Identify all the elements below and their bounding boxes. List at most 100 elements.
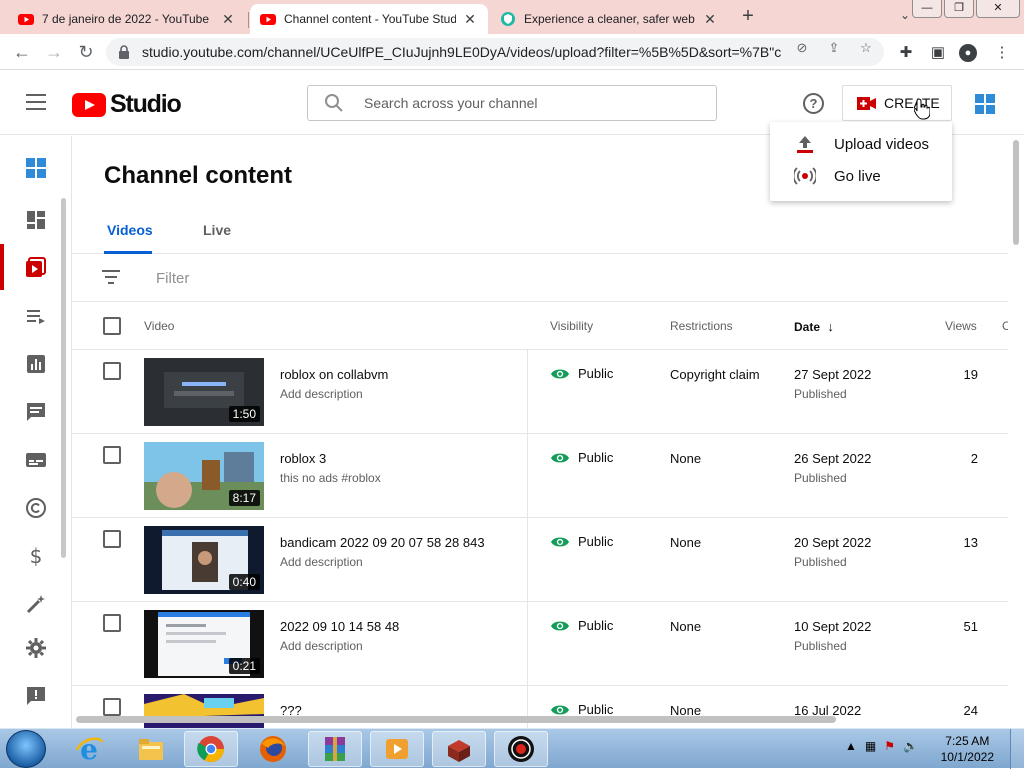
visibility-cell[interactable]: Public <box>550 450 613 465</box>
back-arrow-icon[interactable]: ← <box>12 42 32 62</box>
restrictions-cell[interactable]: Copyright claim <box>670 367 760 382</box>
filter-input[interactable]: Filter <box>156 270 189 287</box>
search-input[interactable] <box>364 95 684 111</box>
table-row[interactable]: 0:40 bandicam 2022 09 20 07 58 28 843 Ad… <box>72 518 1008 602</box>
filter-icon[interactable] <box>102 270 120 284</box>
restrictions-cell[interactable]: None <box>670 535 701 550</box>
reload-icon[interactable]: ↻ <box>76 42 96 62</box>
row-checkbox[interactable] <box>103 614 121 632</box>
hamburger-menu-icon[interactable] <box>26 94 46 110</box>
browser-menu-icon[interactable]: ⋮ <box>993 44 1011 62</box>
browser-tab-studio[interactable]: Channel content - YouTube Studi ✕ <box>250 4 488 34</box>
nav-content[interactable] <box>24 256 48 280</box>
share-icon[interactable]: ⇪ <box>826 40 842 56</box>
studio-logo[interactable]: Studio <box>72 90 182 119</box>
nav-dashboard[interactable] <box>24 208 48 232</box>
taskbar-winrar[interactable] <box>308 731 362 767</box>
studio-apps-icon[interactable] <box>975 94 995 114</box>
channel-grid-icon <box>26 158 46 178</box>
nav-subtitles[interactable] <box>24 448 48 472</box>
windows-start-icon[interactable] <box>6 730 46 768</box>
nav-channel-icon[interactable] <box>24 156 48 180</box>
menu-item-go-live[interactable]: Go live <box>770 160 952 192</box>
video-description[interactable]: Add description <box>280 555 363 569</box>
video-thumbnail[interactable]: 1:50 <box>144 358 264 426</box>
forward-arrow-icon[interactable]: → <box>44 42 64 62</box>
video-title[interactable]: 2022 09 10 14 58 48 <box>280 619 399 634</box>
nav-earn[interactable]: $ <box>24 544 48 568</box>
table-row[interactable]: 8:17 roblox 3 this no ads #roblox Public… <box>72 434 1008 518</box>
tab-videos[interactable]: Videos <box>107 222 153 238</box>
network-icon[interactable]: ▦ <box>865 739 876 753</box>
nav-settings[interactable] <box>24 636 48 660</box>
taskbar-installer-app[interactable] <box>432 731 486 767</box>
side-panel-icon[interactable]: ▣ <box>929 44 947 62</box>
create-button[interactable]: CREATE <box>842 85 952 121</box>
video-thumbnail[interactable]: 0:40 <box>144 526 264 594</box>
address-bar[interactable]: studio.youtube.com/channel/UCeUlfPE_CIuJ… <box>106 38 884 66</box>
taskbar-clock[interactable]: 7:25 AM 10/1/2022 <box>941 733 994 765</box>
video-description[interactable]: Add description <box>280 639 363 653</box>
visibility-cell[interactable]: Public <box>550 702 613 717</box>
video-description[interactable]: this no ads #roblox <box>280 471 381 485</box>
restore-icon[interactable]: ❐ <box>944 0 974 18</box>
video-thumbnail[interactable]: 0:21 <box>144 610 264 678</box>
nav-playlists[interactable] <box>24 304 48 328</box>
table-row[interactable]: 0:21 2022 09 10 14 58 48 Add description… <box>72 602 1008 686</box>
taskbar-internet-explorer[interactable]: e <box>62 731 116 767</box>
extensions-puzzle-icon[interactable]: ✚ <box>897 44 915 62</box>
visibility-cell[interactable]: Public <box>550 534 613 549</box>
tray-chevron-icon[interactable]: ▲ <box>845 739 857 753</box>
filter-bar[interactable]: Filter <box>72 254 1008 302</box>
select-all-checkbox[interactable] <box>103 317 121 335</box>
close-tab-icon[interactable]: ✕ <box>220 11 236 27</box>
profile-avatar-icon[interactable]: ● <box>959 44 977 62</box>
tracking-blocked-icon[interactable]: ⊘ <box>794 40 810 56</box>
restrictions-cell[interactable]: None <box>670 451 701 466</box>
taskbar-file-explorer[interactable] <box>124 731 178 767</box>
visibility-cell[interactable]: Public <box>550 366 613 381</box>
nav-copyright[interactable] <box>24 496 48 520</box>
taskbar-recorder-app[interactable] <box>494 731 548 767</box>
table-row[interactable]: 1:50 roblox on collabvm Add description … <box>72 350 1008 434</box>
close-tab-icon[interactable]: ✕ <box>462 11 478 27</box>
video-title[interactable]: roblox 3 <box>280 451 326 466</box>
taskbar-firefox[interactable] <box>246 731 300 767</box>
show-desktop-button[interactable] <box>1010 729 1024 769</box>
header-date[interactable]: Date ↓ <box>794 319 834 334</box>
video-title[interactable]: bandicam 2022 09 20 07 58 28 843 <box>280 535 485 550</box>
row-checkbox[interactable] <box>103 446 121 464</box>
row-checkbox[interactable] <box>103 698 121 716</box>
sort-down-arrow-icon[interactable]: ↓ <box>827 319 834 334</box>
nav-scrollbar[interactable] <box>61 198 66 558</box>
browser-tab-youtube[interactable]: 7 de janeiro de 2022 - YouTube ✕ <box>8 4 246 34</box>
menu-item-upload-videos[interactable]: Upload videos <box>770 128 952 160</box>
search-box[interactable] <box>307 85 717 121</box>
minimize-icon[interactable]: — <box>912 0 942 18</box>
close-tab-icon[interactable]: ✕ <box>702 11 718 27</box>
video-thumbnail[interactable]: 8:17 <box>144 442 264 510</box>
tab-live[interactable]: Live <box>203 222 231 238</box>
nav-customization[interactable] <box>24 592 48 616</box>
action-center-flag-icon[interactable]: ⚑ <box>884 739 895 753</box>
row-checkbox[interactable] <box>103 530 121 548</box>
row-checkbox[interactable] <box>103 362 121 380</box>
video-description[interactable]: Add description <box>280 387 363 401</box>
header-views: Views <box>945 319 977 333</box>
visibility-cell[interactable]: Public <box>550 618 613 633</box>
restrictions-cell[interactable]: None <box>670 619 701 634</box>
video-title[interactable]: roblox on collabvm <box>280 367 388 382</box>
vertical-scrollbar[interactable] <box>1013 140 1019 245</box>
bookmark-star-icon[interactable]: ☆ <box>858 40 874 56</box>
help-icon[interactable]: ? <box>803 93 824 114</box>
nav-feedback[interactable] <box>24 684 48 708</box>
browser-tab-cleaner-web[interactable]: Experience a cleaner, safer web ✕ <box>490 4 728 34</box>
horizontal-scrollbar[interactable] <box>76 716 836 723</box>
nav-comments[interactable] <box>24 400 48 424</box>
taskbar-chrome[interactable] <box>184 731 238 767</box>
new-tab-icon[interactable]: + <box>738 6 758 27</box>
nav-analytics[interactable] <box>24 352 48 376</box>
taskbar-media-app[interactable] <box>370 731 424 767</box>
close-window-icon[interactable]: ✕ <box>976 0 1020 18</box>
volume-icon[interactable]: 🔈 <box>903 739 918 753</box>
